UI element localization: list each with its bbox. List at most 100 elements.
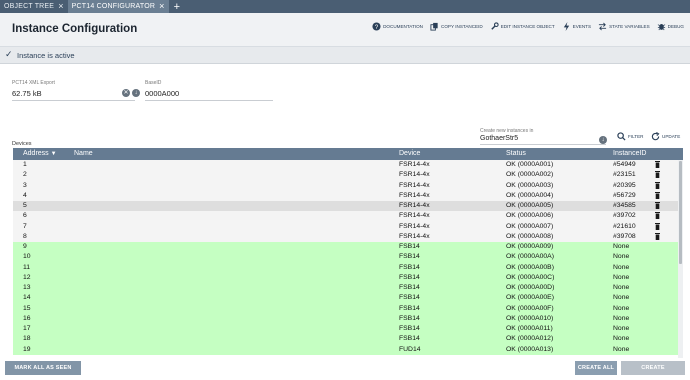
state-variables-label: STATE VARIABLES xyxy=(609,24,650,29)
cell-device: FSB14 xyxy=(399,273,420,281)
cell-instanceid: None xyxy=(613,294,630,302)
cell-device: FSR14-4x xyxy=(399,232,430,240)
copy-instanceid-button[interactable]: COPY INSTANCEID xyxy=(430,22,483,31)
baseid-field[interactable]: BaseID 0000A000 xyxy=(145,80,273,101)
cell-instanceid: None xyxy=(613,325,630,332)
events-button[interactable]: EVENTS xyxy=(562,22,591,31)
download-export-button[interactable]: ↓ xyxy=(132,89,140,97)
table-row[interactable]: 10 FSB14 OK (0000A00A) None xyxy=(13,252,678,263)
mark-all-as-seen-button[interactable]: MARK ALL AS SEEN xyxy=(5,361,81,375)
table-row[interactable]: 5 FSR14-4x OK (0000A005) #34585 xyxy=(13,201,678,212)
baseid-value: 0000A000 xyxy=(145,89,180,98)
table-row[interactable]: 19 FUD14 OK (0000A013) None xyxy=(13,344,678,355)
cell-address: 11 xyxy=(23,263,31,271)
table-row[interactable]: 4 FSR14-4x OK (0000A004) #56729 xyxy=(13,190,678,201)
column-header-status[interactable]: Status xyxy=(506,150,526,157)
cell-address: 5 xyxy=(23,202,27,209)
cell-instanceid: #21610 xyxy=(613,222,636,230)
tab-object-tree[interactable]: OBJECT TREE × xyxy=(0,0,68,13)
create-new-label: Create new instances in xyxy=(480,128,534,134)
trash-icon[interactable] xyxy=(655,212,660,220)
sort-desc-icon: ▼ xyxy=(50,151,57,157)
cell-status: OK (0000A007) xyxy=(506,222,554,230)
trash-icon[interactable] xyxy=(655,202,660,209)
tab-label: PCT14 CONFIGURATOR xyxy=(71,3,156,10)
column-header-instanceid[interactable]: InstanceID xyxy=(613,150,646,157)
cell-status: OK (0000A013) xyxy=(506,345,554,353)
trash-icon[interactable] xyxy=(655,181,660,189)
toolbar: ? DOCUMENTATION COPY INSTANCEID EDIT INS… xyxy=(365,22,684,31)
debug-button[interactable]: DEBUG xyxy=(657,22,684,31)
cell-status: OK (0000A001) xyxy=(506,161,554,168)
cell-address: 12 xyxy=(23,273,31,281)
cell-status: OK (0000A00C) xyxy=(506,273,555,281)
cell-device: FSB14 xyxy=(399,314,420,322)
cell-device: FSB14 xyxy=(399,335,420,343)
cell-status: OK (0000A012) xyxy=(506,335,554,343)
filter-button[interactable]: FILTER xyxy=(617,132,643,141)
cell-address: 13 xyxy=(23,284,31,291)
table-row[interactable]: 9 FSB14 OK (0000A009) None xyxy=(13,242,678,253)
bug-icon xyxy=(657,23,665,31)
scrollbar-thumb[interactable] xyxy=(679,161,682,264)
column-header-device[interactable]: Device xyxy=(399,150,420,157)
close-icon[interactable]: × xyxy=(58,2,63,11)
cell-device: FSB14 xyxy=(399,325,420,332)
refresh-icon xyxy=(651,132,660,141)
column-header-address[interactable]: Address ▼ xyxy=(23,150,57,157)
cell-status: OK (0000A003) xyxy=(506,181,554,189)
table-row[interactable]: 1 FSR14-4x OK (0000A001) #54949 xyxy=(13,160,678,171)
search-icon xyxy=(617,132,626,141)
cell-instanceid: None xyxy=(613,335,630,343)
cell-address: 17 xyxy=(23,325,31,332)
table-row[interactable]: 16 FSB14 OK (0000A010) None xyxy=(13,313,678,324)
add-tab-icon[interactable]: + xyxy=(169,0,185,13)
cell-device: FSB14 xyxy=(399,243,420,250)
cell-address: 10 xyxy=(23,253,31,261)
create-all-button[interactable]: CREATE ALL xyxy=(575,361,617,375)
trash-icon[interactable] xyxy=(655,222,660,230)
tab-pct14-configurator[interactable]: PCT14 CONFIGURATOR × xyxy=(67,0,169,13)
cell-instanceid: None xyxy=(613,273,630,281)
table-row[interactable]: 6 FSR14-4x OK (0000A006) #39702 xyxy=(13,211,678,222)
table-row[interactable]: 3 FSR14-4x OK (0000A003) #20395 xyxy=(13,180,678,191)
table-row[interactable]: 18 FSB14 OK (0000A012) None xyxy=(13,334,678,345)
cell-address: 9 xyxy=(23,243,27,250)
documentation-button[interactable]: ? DOCUMENTATION xyxy=(372,22,423,31)
trash-icon[interactable] xyxy=(655,191,660,199)
filter-label: FILTER xyxy=(628,134,644,139)
column-header-name[interactable]: Name xyxy=(74,150,93,157)
table-row[interactable]: 11 FSB14 OK (0000A00B) None xyxy=(13,262,678,273)
table-row[interactable]: 14 FSB14 OK (0000A00E) None xyxy=(13,293,678,304)
table-header: Address ▼ Name Device Status InstanceID xyxy=(13,148,683,160)
table-row[interactable]: 12 FSB14 OK (0000A00C) None xyxy=(13,272,678,283)
table-row[interactable]: 13 FSB14 OK (0000A00D) None xyxy=(13,283,678,294)
clear-export-button[interactable]: ✕ xyxy=(122,89,130,97)
table-row[interactable]: 8 FSR14-4x OK (0000A008) #39708 xyxy=(13,231,678,242)
state-variables-button[interactable]: STATE VARIABLES xyxy=(598,22,650,31)
close-icon[interactable]: × xyxy=(159,2,164,11)
table-row[interactable]: 15 FSB14 OK (0000A00F) None xyxy=(13,303,678,314)
cell-status: OK (0000A00B) xyxy=(506,263,554,271)
trash-icon[interactable] xyxy=(655,171,660,179)
devices-table: Address ▼ Name Device Status InstanceID … xyxy=(13,148,683,358)
baseid-label: BaseID xyxy=(145,80,162,86)
trash-icon[interactable] xyxy=(655,161,660,168)
cell-instanceid: None xyxy=(613,314,630,322)
update-button[interactable]: UPDATE xyxy=(651,132,680,141)
table-row[interactable]: 7 FSR14-4x OK (0000A007) #21610 xyxy=(13,221,678,232)
trash-icon[interactable] xyxy=(655,232,660,240)
table-row[interactable]: 2 FSR14-4x OK (0000A002) #23151 xyxy=(13,170,678,181)
cell-address: 18 xyxy=(23,335,31,343)
create-new-value[interactable]: GothaerStr5 xyxy=(480,135,518,142)
check-icon: ✓ xyxy=(5,49,13,59)
edit-instance-object-button[interactable]: EDIT INSTANCE OBJECT xyxy=(490,22,555,31)
cell-instanceid: None xyxy=(613,263,630,271)
create-button[interactable]: CREATE xyxy=(621,361,685,375)
cell-address: 1 xyxy=(23,161,27,168)
table-row[interactable]: 17 FSB14 OK (0000A011) None xyxy=(13,324,678,335)
cell-address: 4 xyxy=(23,191,27,199)
cell-status: OK (0000A010) xyxy=(506,314,554,322)
events-label: EVENTS xyxy=(572,24,592,29)
download-icon[interactable]: ↓ xyxy=(599,136,607,144)
